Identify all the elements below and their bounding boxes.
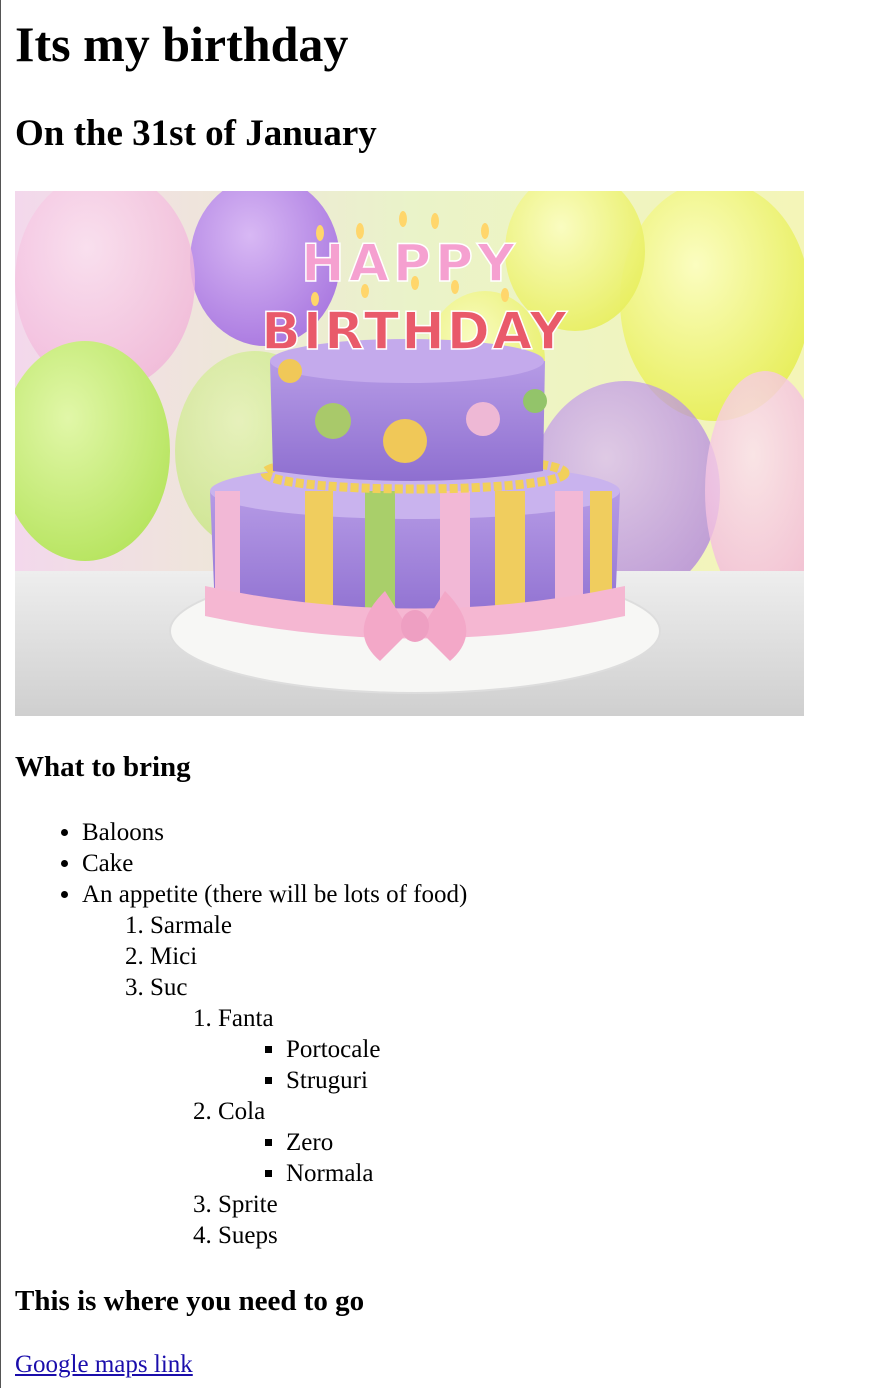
list-item-label: Struguri — [286, 1067, 368, 1094]
birthday-cake-image: HAPPY BIRTHDAY — [15, 191, 804, 716]
list-item-label: Sueps — [218, 1222, 278, 1249]
list-item: Sueps — [218, 1220, 467, 1251]
list-item-label: Portocale — [286, 1036, 381, 1063]
list-item-label: Sprite — [218, 1191, 278, 1218]
list-item: Mici — [150, 941, 467, 972]
what-to-bring-heading: What to bring — [15, 751, 191, 783]
drinks-list: Fanta Portocale Struguri Cola Zero Norma… — [150, 1003, 467, 1251]
list-item: Baloons — [82, 817, 467, 848]
page-subtitle: On the 31st of January — [15, 113, 377, 154]
list-item: Suc Fanta Portocale Struguri Cola Zero N… — [150, 972, 467, 1251]
page-title: Its my birthday — [15, 16, 349, 72]
list-item-label: Mici — [150, 943, 198, 970]
list-item: Fanta Portocale Struguri — [218, 1003, 467, 1096]
list-item: Normala — [286, 1158, 467, 1189]
list-item: Struguri — [286, 1065, 467, 1096]
list-item-label: Normala — [286, 1160, 374, 1187]
location-heading: This is where you need to go — [15, 1285, 365, 1317]
list-item: Cola Zero Normala — [218, 1096, 467, 1189]
birthday-cake-illustration: HAPPY BIRTHDAY — [15, 191, 804, 716]
food-list: Sarmale Mici Suc Fanta Portocale Strugur… — [82, 910, 467, 1251]
list-item: An appetite (there will be lots of food)… — [82, 879, 467, 1251]
list-item-label: Fanta — [218, 1005, 274, 1032]
birthday-candle-letters: BIRTHDAY — [261, 302, 569, 362]
list-item: Zero — [286, 1127, 467, 1158]
list-item-label: Suc — [150, 974, 188, 1001]
list-item: Portocale — [286, 1034, 467, 1065]
list-item-label: Cola — [218, 1098, 266, 1125]
google-maps-link[interactable]: Google maps link — [15, 1349, 193, 1381]
list-item-label: Zero — [286, 1129, 334, 1156]
bring-list: Baloons Cake An appetite (there will be … — [0, 817, 467, 1251]
fanta-options: Portocale Struguri — [218, 1034, 467, 1096]
list-item: Cake — [82, 848, 467, 879]
list-item-label: An appetite (there will be lots of food) — [82, 881, 468, 908]
list-item-label: Cake — [82, 850, 134, 877]
list-item: Sprite — [218, 1189, 467, 1220]
list-item-label: Sarmale — [150, 912, 232, 939]
happy-candle-letters: HAPPY — [301, 234, 519, 294]
list-item-label: Baloons — [82, 819, 164, 846]
cola-options: Zero Normala — [218, 1127, 467, 1189]
list-item: Sarmale — [150, 910, 467, 941]
